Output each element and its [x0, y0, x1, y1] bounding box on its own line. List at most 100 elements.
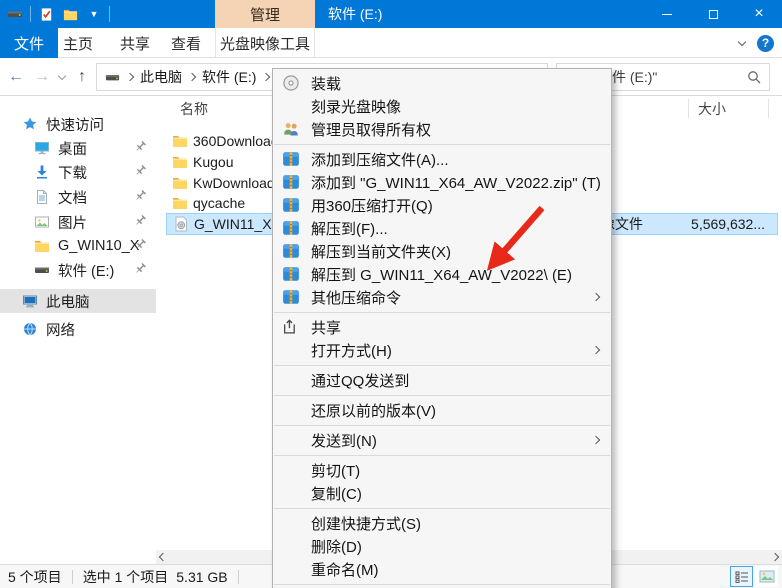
column-divider[interactable]	[768, 99, 769, 118]
menu-separator	[274, 395, 610, 396]
breadcrumb-this-pc[interactable]: 此电脑	[140, 67, 182, 87]
selection-size: 5.31 GB	[176, 569, 227, 585]
details-view-icon	[735, 570, 749, 584]
zip-icon	[282, 265, 300, 283]
menu-item-cut[interactable]: 剪切(T)	[273, 459, 611, 482]
menu-item-burn-disc-image[interactable]: 刻录光盘映像	[273, 95, 611, 118]
disc-image-file-icon	[173, 216, 189, 232]
breadcrumb-chevron-icon[interactable]	[188, 73, 196, 81]
menu-item-copy[interactable]: 复制(C)	[273, 482, 611, 505]
breadcrumb-drive-e[interactable]: 软件 (E:)	[202, 67, 256, 87]
menu-separator	[274, 144, 610, 145]
menu-item-add-to-zip[interactable]: 添加到 "G_WIN11_X64_AW_V2022.zip" (T)	[273, 171, 611, 194]
file-row-kugou[interactable]: Kugou	[166, 151, 233, 172]
explorer-window: ▼ 管理 软件 (E:) × 文件 主页 共享 查看 光盘映像工具 ? ← → …	[0, 0, 782, 588]
zip-icon	[282, 196, 300, 214]
help-icon[interactable]: ?	[757, 35, 774, 52]
folder-icon	[172, 154, 188, 170]
maximize-button[interactable]	[690, 0, 736, 28]
tab-home[interactable]: 主页	[50, 28, 106, 58]
downloads-icon	[34, 164, 50, 180]
minimize-button[interactable]	[644, 0, 690, 28]
pin-icon	[133, 214, 147, 228]
context-menu: 装载 刻录光盘映像 管理员取得所有权 添加到压缩文件(A)... 添加到 "G_…	[272, 68, 612, 588]
breadcrumb-chevron-icon[interactable]	[262, 73, 270, 81]
new-folder-icon[interactable]	[61, 5, 79, 23]
drive-icon	[105, 70, 120, 85]
sidebar-item-documents[interactable]: 文档	[0, 185, 156, 209]
menu-item-take-ownership[interactable]: 管理员取得所有权	[273, 118, 611, 141]
contextual-tab-manage[interactable]: 管理	[215, 0, 315, 28]
thumbnail-view-icon	[759, 570, 775, 583]
menu-item-share[interactable]: 共享	[273, 316, 611, 339]
sidebar-item-network[interactable]: 网络	[0, 317, 156, 341]
quick-access-star-icon	[22, 116, 38, 132]
sidebar-item-quick-access[interactable]: 快速访问	[0, 112, 156, 136]
pin-icon	[133, 238, 147, 252]
documents-icon	[34, 189, 50, 205]
tab-share[interactable]: 共享	[107, 28, 163, 58]
menu-separator	[274, 508, 610, 509]
submenu-chevron-icon	[592, 293, 600, 301]
pin-icon	[133, 140, 147, 154]
close-button[interactable]: ×	[736, 0, 782, 28]
menu-item-extract-here[interactable]: 解压到当前文件夹(X)	[273, 240, 611, 263]
search-icon[interactable]	[746, 69, 762, 85]
menu-item-rename[interactable]: 重命名(M)	[273, 558, 611, 581]
app-drive-icon[interactable]	[6, 5, 24, 23]
submenu-chevron-icon	[592, 436, 600, 444]
sidebar-item-this-pc[interactable]: 此电脑	[0, 289, 156, 313]
pin-icon	[133, 164, 147, 178]
file-row-qycache[interactable]: qycache	[166, 192, 245, 213]
share-icon	[282, 318, 299, 335]
window-controls: ×	[644, 0, 782, 28]
sidebar-item-pictures[interactable]: 图片	[0, 210, 156, 234]
pin-icon	[133, 262, 147, 276]
back-button[interactable]: ←	[4, 58, 28, 96]
tab-view[interactable]: 查看	[158, 28, 214, 58]
scroll-right-icon[interactable]	[771, 553, 779, 561]
column-header-size[interactable]: 大小	[698, 96, 726, 122]
menu-item-open-with-360zip[interactable]: 用360压缩打开(Q)	[273, 194, 611, 217]
details-view-button[interactable]	[730, 566, 753, 587]
properties-check-icon[interactable]	[37, 5, 55, 23]
menu-item-add-to-archive[interactable]: 添加到压缩文件(A)...	[273, 148, 611, 171]
menu-item-restore-previous-versions[interactable]: 还原以前的版本(V)	[273, 399, 611, 422]
breadcrumb-chevron-icon[interactable]	[126, 73, 134, 81]
sidebar-item-drive-e[interactable]: 软件 (E:)	[0, 258, 156, 282]
column-header-name[interactable]: 名称	[180, 96, 208, 122]
tab-disc-image-tools[interactable]: 光盘映像工具	[215, 28, 315, 58]
menu-item-send-via-qq[interactable]: 通过QQ发送到	[273, 369, 611, 392]
collapse-ribbon-icon[interactable]	[738, 37, 746, 45]
menu-item-create-shortcut[interactable]: 创建快捷方式(S)	[273, 512, 611, 535]
menu-item-open-with[interactable]: 打开方式(H)	[273, 339, 611, 362]
menu-item-extract-to[interactable]: 解压到(F)...	[273, 217, 611, 240]
thumbnail-view-button[interactable]	[755, 566, 778, 587]
sidebar-item-downloads[interactable]: 下载	[0, 160, 156, 184]
file-row-kwdownload[interactable]: KwDownload	[166, 172, 275, 193]
menu-item-send-to[interactable]: 发送到(N)	[273, 429, 611, 452]
recent-locations-chevron-icon[interactable]	[54, 58, 70, 96]
disc-icon	[282, 74, 300, 92]
status-separator	[72, 570, 73, 584]
up-button[interactable]: ↑	[70, 58, 94, 96]
menu-separator	[274, 365, 610, 366]
zip-icon	[282, 242, 300, 260]
folder-icon	[172, 175, 188, 191]
network-icon	[22, 321, 38, 337]
menu-item-extract-to-folder[interactable]: 解压到 G_WIN11_X64_AW_V2022\ (E)	[273, 263, 611, 286]
drive-icon	[34, 262, 50, 278]
menu-item-more-compress-commands[interactable]: 其他压缩命令	[273, 286, 611, 309]
sidebar-item-desktop[interactable]: 桌面	[0, 136, 156, 160]
folder-icon	[172, 195, 188, 211]
this-pc-icon	[22, 293, 38, 309]
sidebar-item-gwin10-folder[interactable]: G_WIN10_X64_	[0, 234, 156, 258]
quick-access-toolbar: ▼	[6, 0, 110, 28]
menu-item-mount[interactable]: 装载	[273, 72, 611, 95]
column-divider[interactable]	[688, 99, 689, 118]
file-row-360downloads[interactable]: 360Downloads	[166, 130, 286, 151]
scroll-left-icon[interactable]	[159, 553, 167, 561]
menu-item-delete[interactable]: 删除(D)	[273, 535, 611, 558]
customize-chevron-icon[interactable]: ▼	[85, 5, 103, 23]
forward-button[interactable]: →	[30, 58, 54, 96]
